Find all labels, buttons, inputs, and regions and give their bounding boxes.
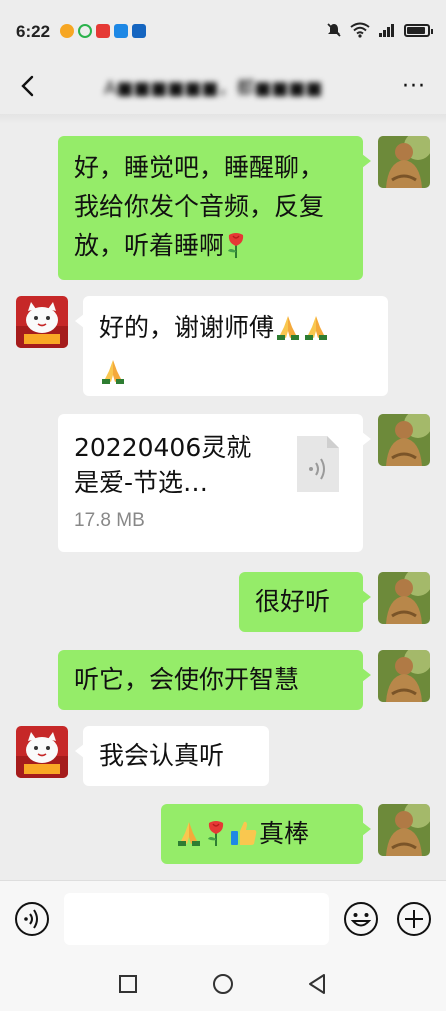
weibo-notification-icon — [60, 24, 74, 38]
message-bubble-sent[interactable]: 很好听 — [239, 572, 371, 632]
chat-title: A■■■■■■，都■■■■ — [104, 78, 323, 99]
home-circle-icon — [213, 974, 233, 994]
chevron-left-icon — [21, 75, 34, 97]
message-input[interactable] — [64, 893, 329, 945]
rose-icon — [203, 819, 229, 858]
emoji-icon — [344, 902, 378, 936]
blue-app-notification-icon — [114, 24, 128, 38]
shield-notification-icon — [132, 24, 146, 38]
back-triangle-icon — [309, 974, 325, 994]
recents-button[interactable] — [114, 970, 142, 998]
rose-icon — [224, 231, 248, 270]
status-indicators — [326, 22, 433, 38]
red-app-notification-icon — [96, 24, 110, 38]
signal-icon — [379, 24, 394, 37]
voice-icon — [15, 902, 49, 936]
more-functions-button[interactable] — [396, 901, 432, 941]
thumbs-up-icon — [229, 819, 259, 858]
my-avatar[interactable] — [378, 414, 430, 466]
more-options-button[interactable]: ··· — [398, 70, 430, 102]
message-list[interactable]: 好，睡觉吧，睡醒聊，我给你发个音频，反复放，听着睡啊 好的，谢谢师傅 20220… — [0, 114, 446, 880]
message-text: 好的，谢谢师傅 — [99, 313, 275, 342]
wifi-icon — [350, 22, 370, 38]
file-name: 20220406灵就 是爱-节选… — [74, 430, 288, 500]
status-bar: 6:22 — [0, 0, 446, 58]
file-message-card[interactable]: 20220406灵就 是爱-节选… 17.8 MB — [58, 414, 371, 552]
recents-square-icon — [119, 975, 137, 993]
message-text: 我会认真听 — [99, 741, 225, 770]
notification-icons — [60, 24, 146, 38]
message-text: 真棒 — [259, 819, 310, 848]
contact-avatar[interactable] — [16, 296, 68, 348]
message-bubble-sent[interactable]: 听它，会使你开智慧 — [58, 650, 371, 710]
folded-hands-icon — [99, 357, 127, 396]
message-text: 好，睡觉吧，睡醒聊，我给你发个音频，反复放，听着睡啊 — [74, 153, 325, 260]
battery-fill — [407, 26, 425, 34]
file-size: 17.8 MB — [74, 510, 145, 531]
my-avatar[interactable] — [378, 136, 430, 188]
file-name-line-1: 20220406灵就 — [74, 433, 252, 462]
voice-button[interactable] — [14, 901, 50, 941]
my-avatar[interactable] — [378, 572, 430, 624]
scroll-fade — [0, 114, 446, 124]
message-bubble-received[interactable]: 好的，谢谢师傅 — [75, 296, 388, 396]
file-name-line-2: 是爱-节选… — [74, 468, 209, 497]
folded-hands-icon — [274, 313, 302, 352]
folded-hands-icon — [302, 313, 330, 352]
message-text: 听它，会使你开智慧 — [74, 665, 300, 694]
chat-header: A■■■■■■，都■■■■ ··· — [0, 58, 446, 114]
back-button[interactable] — [12, 70, 44, 102]
status-time: 6:22 — [16, 22, 51, 41]
nav-back-button[interactable] — [303, 970, 331, 998]
emoji-button[interactable] — [343, 901, 379, 941]
my-avatar[interactable] — [378, 650, 430, 702]
more-icon: ··· — [402, 73, 426, 99]
plus-icon — [397, 902, 431, 936]
message-bubble-received[interactable]: 我会认真听 — [75, 726, 269, 786]
system-nav-bar — [0, 956, 446, 1011]
battery-icon — [404, 23, 433, 37]
message-bubble-sent[interactable]: 好，睡觉吧，睡醒聊，我给你发个音频，反复放，听着睡啊 — [58, 136, 371, 280]
home-button[interactable] — [209, 970, 237, 998]
my-avatar[interactable] — [378, 804, 430, 856]
contact-avatar[interactable] — [16, 726, 68, 778]
audio-file-icon — [297, 436, 339, 492]
mute-bell-icon — [327, 23, 341, 37]
message-bubble-sent[interactable]: 真棒 — [161, 804, 371, 864]
input-bar — [0, 880, 446, 956]
app-notification-icon — [78, 24, 92, 38]
message-text: 很好听 — [255, 587, 331, 616]
folded-hands-icon — [175, 819, 203, 858]
